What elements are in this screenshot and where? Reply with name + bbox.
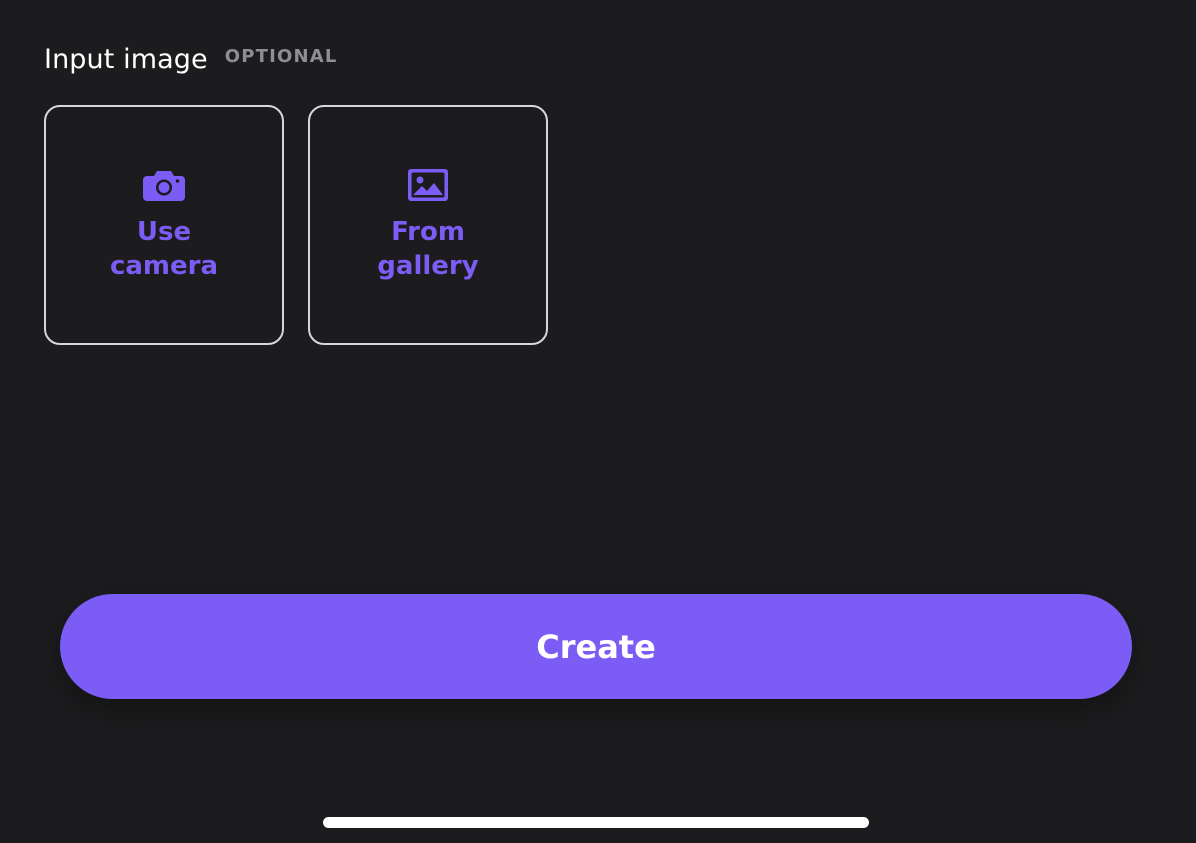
from-gallery-button[interactable]: From gallery (308, 105, 548, 345)
use-camera-button[interactable]: Use camera (44, 105, 284, 345)
camera-icon (142, 167, 186, 203)
create-button[interactable]: Create (60, 594, 1132, 699)
from-gallery-label: From gallery (377, 217, 479, 281)
image-icon (406, 167, 450, 203)
input-image-header: Input image OPTIONAL (44, 44, 338, 84)
optional-badge: OPTIONAL (224, 46, 338, 67)
use-camera-label: Use camera (109, 217, 219, 281)
home-indicator[interactable] (323, 817, 869, 828)
section-title: Input image (44, 44, 208, 75)
